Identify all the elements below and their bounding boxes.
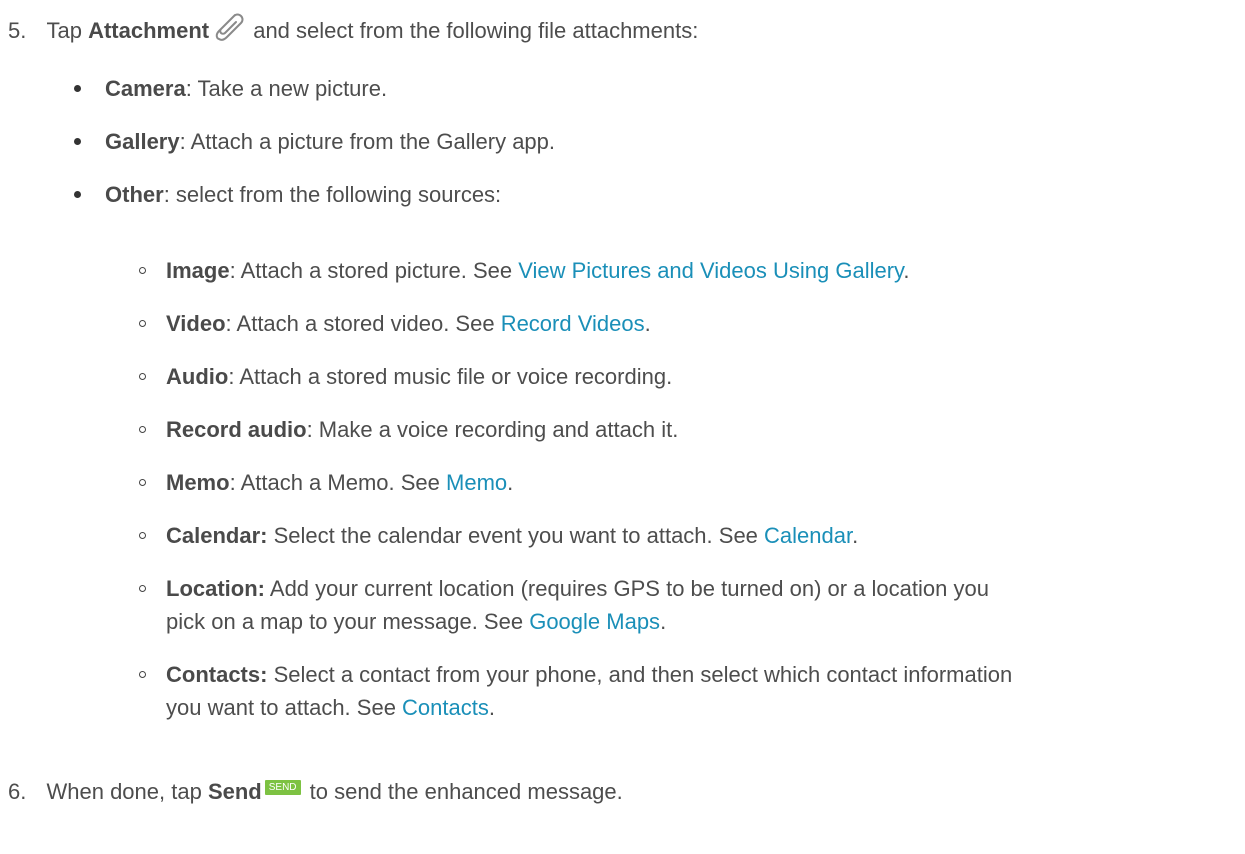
sub-memo: Memo: Attach a Memo. See Memo. bbox=[166, 470, 514, 495]
step-number: 6. bbox=[8, 779, 27, 804]
bullet-dot bbox=[74, 191, 81, 198]
link-contacts[interactable]: Contacts bbox=[402, 695, 489, 720]
sub-video: Video: Attach a stored video. See Record… bbox=[166, 311, 651, 336]
sub-location-line2: pick on a map to your message. See Googl… bbox=[166, 609, 667, 634]
step-text: When done, tap Send SEND to send the enha… bbox=[46, 779, 623, 804]
sub-contacts: Contacts: Select a contact from your pho… bbox=[166, 662, 1013, 687]
link-google-maps[interactable]: Google Maps bbox=[529, 609, 660, 634]
bullet-circle bbox=[139, 585, 146, 592]
bullet-dot bbox=[74, 138, 81, 145]
bullet-circle bbox=[139, 671, 146, 678]
sub-location: Location: Add your current location (req… bbox=[166, 576, 989, 601]
step-6: 6. When done, tap Send SEND to send the e… bbox=[8, 777, 623, 807]
link-view-pictures[interactable]: View Pictures and Videos Using Gallery bbox=[518, 258, 903, 283]
bullet-circle bbox=[139, 320, 146, 327]
bullet-gallery: Gallery: Attach a picture from the Galle… bbox=[105, 129, 556, 154]
sub-image: Image: Attach a stored picture. See View… bbox=[166, 258, 910, 283]
link-memo[interactable]: Memo bbox=[446, 470, 507, 495]
sub-record-audio: Record audio: Make a voice recording and… bbox=[166, 417, 679, 442]
bullet-circle bbox=[139, 267, 146, 274]
bullet-circle bbox=[139, 532, 146, 539]
sub-audio: Audio: Attach a stored music file or voi… bbox=[166, 364, 673, 389]
paperclip-icon[interactable] bbox=[211, 12, 245, 50]
bullet-circle bbox=[139, 426, 146, 433]
document: 5. Tap Attachment and select from the fo… bbox=[0, 0, 1245, 854]
step-text: Tap Attachment and select from the follo… bbox=[46, 13, 698, 43]
sub-calendar: Calendar: Select the calendar event you … bbox=[166, 523, 859, 548]
bullet-dot bbox=[74, 85, 81, 92]
step-5: 5. Tap Attachment and select from the fo… bbox=[8, 12, 698, 50]
attachment-label: Attachment bbox=[88, 18, 210, 43]
sub-contacts-line2: you want to attach. See Contacts. bbox=[166, 695, 495, 720]
bullet-camera: Camera: Take a new picture. bbox=[105, 76, 388, 101]
step-number: 5. bbox=[8, 18, 27, 43]
send-button[interactable]: SEND bbox=[264, 780, 301, 795]
bullet-circle bbox=[139, 373, 146, 380]
bullet-circle bbox=[139, 479, 146, 486]
link-calendar[interactable]: Calendar bbox=[764, 523, 852, 548]
bullet-other: Other: select from the following sources… bbox=[105, 182, 502, 207]
link-record-videos[interactable]: Record Videos bbox=[501, 311, 645, 336]
send-label: Send bbox=[207, 779, 262, 804]
